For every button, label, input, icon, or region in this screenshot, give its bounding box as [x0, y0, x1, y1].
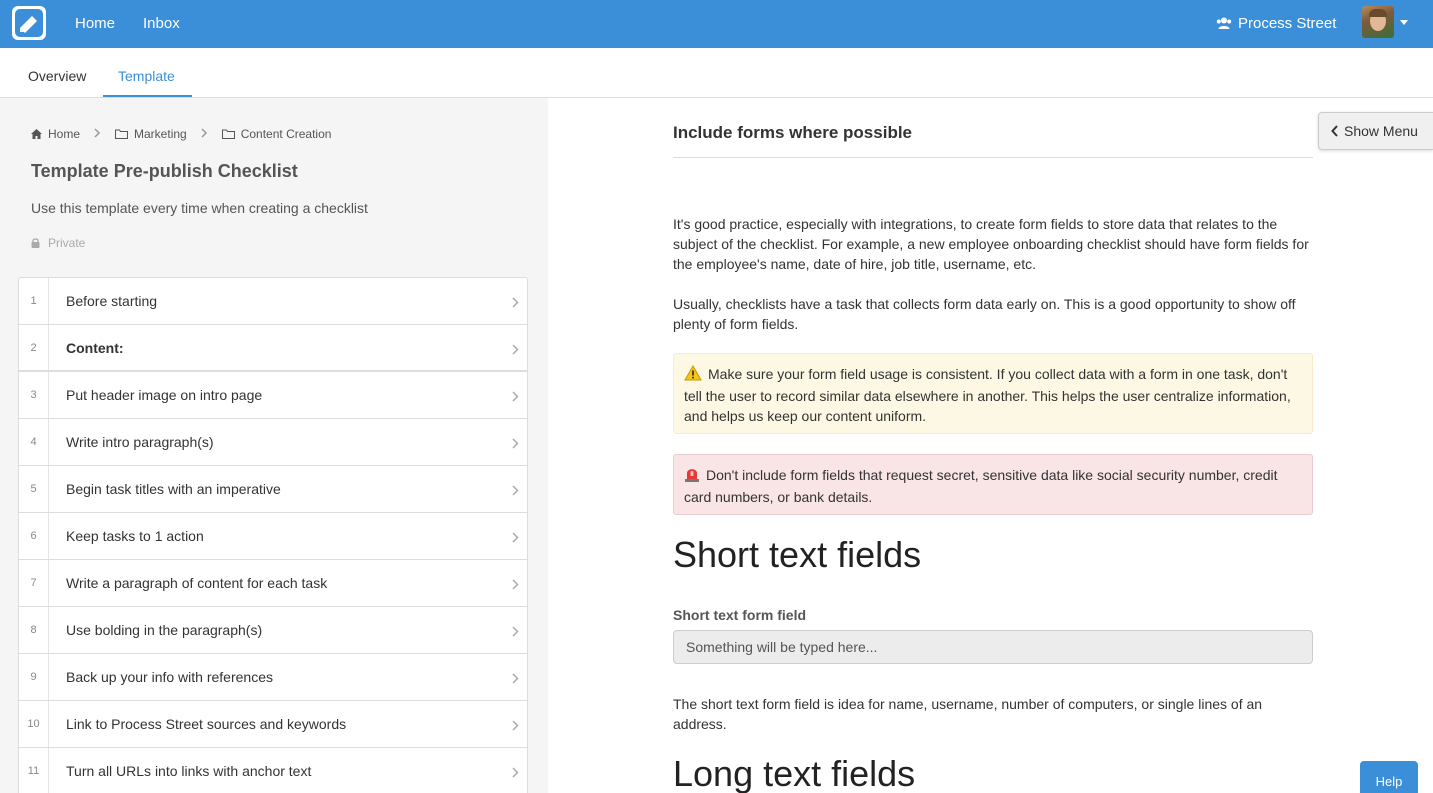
- left-sidebar: Home Marketing Content Creation Template…: [0, 98, 548, 793]
- chevron-right-icon: [512, 671, 519, 689]
- task-row[interactable]: 9 Back up your info with references: [19, 654, 527, 701]
- task-row[interactable]: 8 Use bolding in the paragraph(s): [19, 607, 527, 654]
- content-paragraph: Usually, checklists have a task that col…: [673, 296, 1296, 332]
- breadcrumb-content-creation-label: Content Creation: [240, 127, 332, 141]
- task-content: Include forms where possible It's good p…: [548, 98, 1433, 793]
- chevron-right-icon: [512, 389, 519, 407]
- users-icon: [1216, 17, 1232, 29]
- task-number: 1: [19, 278, 49, 324]
- breadcrumb-marketing[interactable]: Marketing: [115, 127, 187, 141]
- task-number: 5: [19, 466, 49, 512]
- folder-icon: [221, 129, 235, 139]
- task-name: Put header image on intro page: [66, 387, 263, 403]
- lock-icon: [31, 238, 40, 248]
- tab-bar: Overview Template: [0, 48, 1433, 98]
- warning-text: Make sure your form field usage is consi…: [684, 366, 1291, 424]
- chevron-left-icon: [1331, 125, 1338, 137]
- danger-text: Don't include form fields that request s…: [684, 467, 1278, 505]
- chevron-right-icon: [512, 342, 519, 360]
- privacy-indicator: Private: [31, 236, 85, 250]
- task-name: Write a paragraph of content for each ta…: [66, 575, 328, 591]
- siren-icon: [684, 466, 700, 487]
- task-number: 10: [19, 701, 49, 747]
- organization-link[interactable]: Process Street: [1216, 15, 1336, 32]
- chevron-right-icon: [512, 483, 519, 501]
- chevron-right-icon: [512, 624, 519, 642]
- breadcrumb: Home Marketing Content Creation: [31, 127, 331, 141]
- nav-inbox-link[interactable]: Inbox: [143, 15, 180, 32]
- show-menu-label: Show Menu: [1344, 123, 1418, 139]
- short-text-input[interactable]: [673, 630, 1313, 664]
- task-name: Begin task titles with an imperative: [66, 481, 281, 497]
- home-icon: [31, 129, 42, 139]
- task-name: Back up your info with references: [66, 669, 273, 685]
- task-number: 2: [19, 325, 49, 370]
- chevron-right-icon: [512, 765, 519, 783]
- task-number: 9: [19, 654, 49, 700]
- chevron-right-icon: [512, 718, 519, 736]
- task-row[interactable]: 5 Begin task titles with an imperative: [19, 466, 527, 513]
- show-menu-button[interactable]: Show Menu: [1318, 112, 1433, 150]
- chevron-right-icon: [201, 127, 208, 141]
- task-row[interactable]: 7 Write a paragraph of content for each t…: [19, 560, 527, 607]
- task-number: 4: [19, 419, 49, 465]
- task-row[interactable]: 3 Put header image on intro page: [19, 372, 527, 419]
- breadcrumb-content-creation[interactable]: Content Creation: [221, 127, 332, 141]
- tab-overview[interactable]: Overview: [28, 68, 86, 84]
- chevron-right-icon: [512, 577, 519, 595]
- warning-callout: Make sure your form field usage is consi…: [673, 353, 1313, 434]
- chevron-right-icon: [512, 295, 519, 313]
- nav-home-link[interactable]: Home: [75, 15, 115, 32]
- task-name: Content:: [66, 339, 124, 356]
- chevron-right-icon: [94, 127, 101, 141]
- chevron-right-icon: [512, 530, 519, 548]
- caret-down-icon[interactable]: [1400, 20, 1408, 25]
- task-number: 8: [19, 607, 49, 653]
- breadcrumb-home[interactable]: Home: [31, 127, 80, 141]
- content-paragraph: The short text form field is idea for na…: [673, 696, 1263, 732]
- process-street-logo-icon[interactable]: [12, 6, 46, 40]
- short-text-field-label: Short text form field: [673, 607, 807, 623]
- task-name: Write intro paragraph(s): [66, 434, 214, 450]
- template-title[interactable]: Template Pre-publish Checklist: [31, 161, 298, 182]
- task-number: 3: [19, 372, 49, 418]
- help-button[interactable]: Help: [1360, 761, 1418, 793]
- task-name: Link to Process Street sources and keywo…: [66, 716, 347, 732]
- task-row[interactable]: 4 Write intro paragraph(s): [19, 419, 527, 466]
- warning-icon: [684, 364, 702, 386]
- organization-name: Process Street: [1238, 15, 1337, 32]
- task-row[interactable]: 11 Turn all URLs into links with anchor t…: [19, 748, 527, 793]
- section-heading: Short text fields: [673, 534, 922, 575]
- task-row[interactable]: 10 Link to Process Street sources and key…: [19, 701, 527, 748]
- task-row[interactable]: 1 Before starting: [19, 278, 527, 325]
- task-name: Keep tasks to 1 action: [66, 528, 204, 544]
- task-list: 1 Before starting 2 Content: 3 Put header ima…: [18, 277, 528, 793]
- task-heading-row[interactable]: 2 Content:: [19, 325, 527, 372]
- task-title: Include forms where possible: [673, 123, 913, 142]
- top-navbar: Home Inbox Process Street: [0, 0, 1433, 48]
- active-tab-indicator: [103, 95, 192, 97]
- title-divider: [673, 157, 1313, 158]
- breadcrumb-home-label: Home: [48, 127, 81, 141]
- task-number: 11: [19, 748, 49, 793]
- task-number: 6: [19, 513, 49, 559]
- task-number: 7: [19, 560, 49, 606]
- folder-icon: [115, 129, 129, 139]
- tab-template[interactable]: Template: [118, 68, 175, 84]
- task-name: Before starting: [66, 293, 158, 309]
- danger-callout: Don't include form fields that request s…: [673, 454, 1313, 515]
- task-name: Turn all URLs into links with anchor tex…: [66, 763, 312, 779]
- chevron-right-icon: [512, 436, 519, 454]
- user-avatar[interactable]: [1362, 6, 1394, 38]
- breadcrumb-marketing-label: Marketing: [134, 127, 187, 141]
- privacy-label: Private: [48, 236, 86, 250]
- task-row[interactable]: 6 Keep tasks to 1 action: [19, 513, 527, 560]
- section-heading: Long text fields: [673, 753, 916, 793]
- content-paragraph: It's good practice, especially with inte…: [673, 216, 1309, 272]
- template-description[interactable]: Use this template every time when creati…: [31, 200, 368, 216]
- task-name: Use bolding in the paragraph(s): [66, 622, 263, 638]
